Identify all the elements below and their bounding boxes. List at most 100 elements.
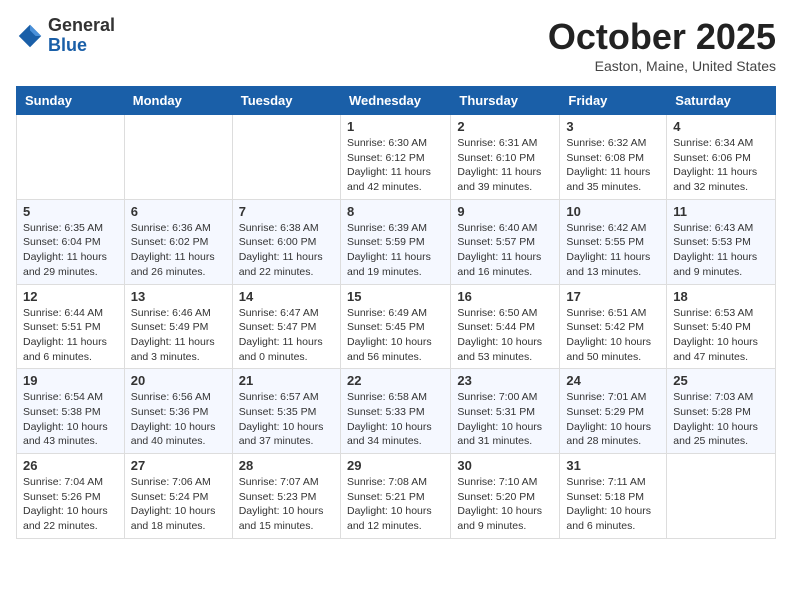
day-number: 4 (673, 119, 769, 134)
logo: General Blue (16, 16, 115, 56)
calendar-body: 1 Sunrise: 6:30 AM Sunset: 6:12 PM Daylig… (17, 115, 776, 539)
day-info: Sunrise: 7:10 AM Sunset: 5:20 PM Dayligh… (457, 475, 553, 534)
day-info: Sunrise: 6:31 AM Sunset: 6:10 PM Dayligh… (457, 136, 553, 195)
day-number: 30 (457, 458, 553, 473)
day-info: Sunrise: 6:47 AM Sunset: 5:47 PM Dayligh… (239, 306, 334, 365)
day-number: 28 (239, 458, 334, 473)
day-info: Sunrise: 6:35 AM Sunset: 6:04 PM Dayligh… (23, 221, 118, 280)
calendar-cell: 9 Sunrise: 6:40 AM Sunset: 5:57 PM Daylig… (451, 199, 560, 284)
logo-icon (16, 22, 44, 50)
calendar-cell: 31 Sunrise: 7:11 AM Sunset: 5:18 PM Dayli… (560, 454, 667, 539)
day-info: Sunrise: 6:46 AM Sunset: 5:49 PM Dayligh… (131, 306, 226, 365)
calendar-cell: 14Sunrise: 6:47 AM Sunset: 5:47 PM Dayli… (232, 284, 340, 369)
day-number: 27 (131, 458, 226, 473)
calendar-cell: 19 Sunrise: 6:54 AM Sunset: 5:38 PM Dayli… (17, 369, 125, 454)
calendar-week-row: 1 Sunrise: 6:30 AM Sunset: 6:12 PM Daylig… (17, 115, 776, 200)
day-number: 9 (457, 204, 553, 219)
logo-text: General Blue (48, 16, 115, 56)
day-number: 31 (566, 458, 660, 473)
calendar-cell: 16Sunrise: 6:50 AM Sunset: 5:44 PM Dayli… (451, 284, 560, 369)
calendar-cell: 23 Sunrise: 7:00 AM Sunset: 5:31 PM Dayli… (451, 369, 560, 454)
logo-blue: Blue (48, 36, 115, 56)
day-info: Sunrise: 7:08 AM Sunset: 5:21 PM Dayligh… (347, 475, 444, 534)
calendar-week-row: 19 Sunrise: 6:54 AM Sunset: 5:38 PM Dayli… (17, 369, 776, 454)
calendar-cell (17, 115, 125, 200)
calendar-cell: 8Sunrise: 6:39 AM Sunset: 5:59 PM Daylig… (340, 199, 450, 284)
calendar-cell: 6Sunrise: 6:36 AM Sunset: 6:02 PM Daylig… (124, 199, 232, 284)
day-number: 18 (673, 289, 769, 304)
day-info: Sunrise: 6:57 AM Sunset: 5:35 PM Dayligh… (239, 390, 334, 449)
weekday-header: Sunday (17, 87, 125, 115)
day-info: Sunrise: 6:40 AM Sunset: 5:57 PM Dayligh… (457, 221, 553, 280)
day-info: Sunrise: 6:51 AM Sunset: 5:42 PM Dayligh… (566, 306, 660, 365)
weekday-header: Monday (124, 87, 232, 115)
day-info: Sunrise: 6:58 AM Sunset: 5:33 PM Dayligh… (347, 390, 444, 449)
weekday-header-row: SundayMondayTuesdayWednesdayThursdayFrid… (17, 87, 776, 115)
calendar-cell: 26 Sunrise: 7:04 AM Sunset: 5:26 PM Dayli… (17, 454, 125, 539)
day-info: Sunrise: 6:49 AM Sunset: 5:45 PM Dayligh… (347, 306, 444, 365)
day-info: Sunrise: 6:43 AM Sunset: 5:53 PM Dayligh… (673, 221, 769, 280)
day-number: 17 (566, 289, 660, 304)
day-info: Sunrise: 7:03 AM Sunset: 5:28 PM Dayligh… (673, 390, 769, 449)
month-title: October 2025 (548, 16, 776, 58)
day-info: Sunrise: 6:38 AM Sunset: 6:00 PM Dayligh… (239, 221, 334, 280)
day-info: Sunrise: 7:00 AM Sunset: 5:31 PM Dayligh… (457, 390, 553, 449)
day-number: 8 (347, 204, 444, 219)
day-info: Sunrise: 6:42 AM Sunset: 5:55 PM Dayligh… (566, 221, 660, 280)
day-number: 19 (23, 373, 118, 388)
calendar-cell: 2 Sunrise: 6:31 AM Sunset: 6:10 PM Daylig… (451, 115, 560, 200)
page-header: General Blue October 2025 Easton, Maine,… (16, 16, 776, 74)
title-area: October 2025 Easton, Maine, United State… (548, 16, 776, 74)
day-info: Sunrise: 7:04 AM Sunset: 5:26 PM Dayligh… (23, 475, 118, 534)
day-number: 13 (131, 289, 226, 304)
weekday-header: Friday (560, 87, 667, 115)
day-info: Sunrise: 7:11 AM Sunset: 5:18 PM Dayligh… (566, 475, 660, 534)
day-number: 11 (673, 204, 769, 219)
calendar-week-row: 26 Sunrise: 7:04 AM Sunset: 5:26 PM Dayli… (17, 454, 776, 539)
day-number: 26 (23, 458, 118, 473)
day-info: Sunrise: 6:30 AM Sunset: 6:12 PM Dayligh… (347, 136, 444, 195)
day-info: Sunrise: 6:44 AM Sunset: 5:51 PM Dayligh… (23, 306, 118, 365)
calendar-cell: 29 Sunrise: 7:08 AM Sunset: 5:21 PM Dayli… (340, 454, 450, 539)
day-info: Sunrise: 6:36 AM Sunset: 6:02 PM Dayligh… (131, 221, 226, 280)
calendar-cell (124, 115, 232, 200)
day-number: 25 (673, 373, 769, 388)
calendar-cell: 25 Sunrise: 7:03 AM Sunset: 5:28 PM Dayli… (667, 369, 776, 454)
day-number: 29 (347, 458, 444, 473)
calendar-cell: 13 Sunrise: 6:46 AM Sunset: 5:49 PM Dayli… (124, 284, 232, 369)
day-number: 1 (347, 119, 444, 134)
calendar-cell: 3 Sunrise: 6:32 AM Sunset: 6:08 PM Daylig… (560, 115, 667, 200)
calendar-cell (232, 115, 340, 200)
day-number: 23 (457, 373, 553, 388)
calendar-cell: 28Sunrise: 7:07 AM Sunset: 5:23 PM Dayli… (232, 454, 340, 539)
calendar-cell: 22Sunrise: 6:58 AM Sunset: 5:33 PM Dayli… (340, 369, 450, 454)
day-info: Sunrise: 6:54 AM Sunset: 5:38 PM Dayligh… (23, 390, 118, 449)
calendar-cell (667, 454, 776, 539)
day-info: Sunrise: 7:01 AM Sunset: 5:29 PM Dayligh… (566, 390, 660, 449)
calendar-week-row: 12Sunrise: 6:44 AM Sunset: 5:51 PM Dayli… (17, 284, 776, 369)
day-number: 24 (566, 373, 660, 388)
day-info: Sunrise: 6:34 AM Sunset: 6:06 PM Dayligh… (673, 136, 769, 195)
weekday-header: Saturday (667, 87, 776, 115)
calendar-cell: 11 Sunrise: 6:43 AM Sunset: 5:53 PM Dayli… (667, 199, 776, 284)
day-info: Sunrise: 6:50 AM Sunset: 5:44 PM Dayligh… (457, 306, 553, 365)
day-number: 5 (23, 204, 118, 219)
calendar-cell: 20Sunrise: 6:56 AM Sunset: 5:36 PM Dayli… (124, 369, 232, 454)
calendar-cell: 10 Sunrise: 6:42 AM Sunset: 5:55 PM Dayli… (560, 199, 667, 284)
calendar-cell: 21Sunrise: 6:57 AM Sunset: 5:35 PM Dayli… (232, 369, 340, 454)
day-number: 3 (566, 119, 660, 134)
calendar-cell: 7Sunrise: 6:38 AM Sunset: 6:00 PM Daylig… (232, 199, 340, 284)
calendar-cell: 1 Sunrise: 6:30 AM Sunset: 6:12 PM Daylig… (340, 115, 450, 200)
calendar-cell: 24 Sunrise: 7:01 AM Sunset: 5:29 PM Dayli… (560, 369, 667, 454)
calendar-cell: 18Sunrise: 6:53 AM Sunset: 5:40 PM Dayli… (667, 284, 776, 369)
calendar-cell: 4 Sunrise: 6:34 AM Sunset: 6:06 PM Daylig… (667, 115, 776, 200)
calendar-cell: 12Sunrise: 6:44 AM Sunset: 5:51 PM Dayli… (17, 284, 125, 369)
day-info: Sunrise: 6:56 AM Sunset: 5:36 PM Dayligh… (131, 390, 226, 449)
calendar-cell: 15Sunrise: 6:49 AM Sunset: 5:45 PM Dayli… (340, 284, 450, 369)
weekday-header: Thursday (451, 87, 560, 115)
day-info: Sunrise: 6:32 AM Sunset: 6:08 PM Dayligh… (566, 136, 660, 195)
day-number: 10 (566, 204, 660, 219)
day-number: 2 (457, 119, 553, 134)
calendar-table: SundayMondayTuesdayWednesdayThursdayFrid… (16, 86, 776, 539)
location: Easton, Maine, United States (548, 58, 776, 74)
